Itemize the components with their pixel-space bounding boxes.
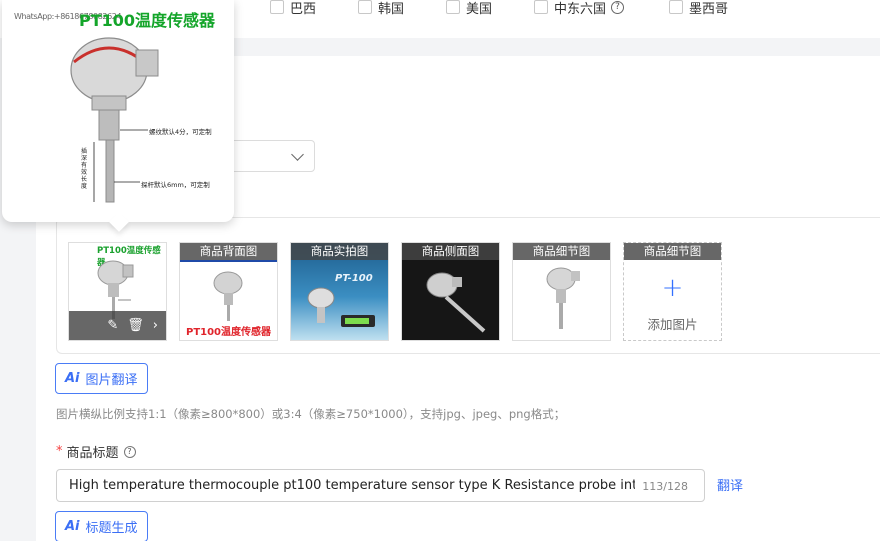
- ai-icon: Ai: [65, 371, 80, 386]
- help-icon[interactable]: ?: [611, 0, 625, 14]
- edit-icon[interactable]: ✎: [107, 318, 118, 333]
- thumb-label: 商品细节图: [624, 243, 721, 260]
- image-thumb-back[interactable]: 商品背面图 PT100温度传感器: [179, 242, 278, 341]
- delete-icon[interactable]: 🗑: [127, 318, 144, 333]
- thumb-label: 商品背面图: [180, 243, 277, 260]
- chevron-right-icon[interactable]: ›: [153, 318, 158, 333]
- image-thumb-detail[interactable]: 商品细节图: [512, 242, 611, 341]
- thumb-label: 商品细节图: [513, 243, 610, 260]
- image-thumb-photo[interactable]: 商品实拍图 PT-100: [290, 242, 389, 341]
- product-title-label: * 商品标题 ?: [56, 442, 136, 461]
- add-image-label: 添加图片: [647, 317, 698, 332]
- plus-icon: +: [661, 273, 684, 303]
- label-text: 商品标题: [66, 446, 119, 461]
- thumb-actions: ✎ 🗑 ›: [69, 311, 166, 340]
- chevron-down-icon: [291, 148, 304, 161]
- thumb-caption: PT100温度传感器: [185, 327, 272, 338]
- rod-annotation: 探杆默认6mm，可定制: [141, 181, 210, 189]
- thumb-label: 商品侧面图: [402, 243, 499, 260]
- button-label: 标题生成: [85, 521, 138, 536]
- country-option-usa[interactable]: 美国: [446, 0, 492, 17]
- main-image-thumb[interactable]: PT100温度传感器 ✎ 🗑 ›: [68, 242, 167, 341]
- ai-title-generate-button[interactable]: Ai 标题生成: [55, 511, 148, 541]
- help-icon[interactable]: ?: [123, 445, 136, 458]
- thread-annotation: 螺纹默认4分，可定制: [149, 128, 212, 136]
- country-option-brazil[interactable]: 巴西: [270, 0, 316, 17]
- required-mark: *: [56, 444, 63, 459]
- ai-icon: Ai: [65, 519, 80, 534]
- image-thumb-side[interactable]: 商品侧面图: [401, 242, 500, 341]
- checkbox[interactable]: [446, 0, 460, 14]
- checkbox[interactable]: [534, 0, 548, 14]
- country-option-middle-east[interactable]: 中东六国?: [534, 0, 625, 17]
- add-image-button[interactable]: 商品细节图 + 添加图片: [623, 242, 722, 341]
- ai-image-translate-button[interactable]: Ai 图片翻译: [55, 363, 148, 394]
- checkbox[interactable]: [270, 0, 284, 14]
- country-option-korea[interactable]: 韩国: [358, 0, 404, 17]
- checkbox[interactable]: [358, 0, 372, 14]
- depth-annotation: 插深有效长度: [81, 148, 88, 190]
- char-count: 113/128: [642, 480, 688, 493]
- button-label: 图片翻译: [85, 373, 138, 388]
- checkbox[interactable]: [669, 0, 683, 14]
- product-title-input[interactable]: High temperature thermocouple pt100 temp…: [56, 469, 705, 502]
- device-text: PT-100: [335, 273, 373, 284]
- input-value: High temperature thermocouple pt100 temp…: [69, 478, 635, 493]
- thumb-label: 商品实拍图: [291, 243, 388, 260]
- country-option-mexico[interactable]: 墨西哥: [669, 0, 728, 17]
- image-format-hint: 图片横纵比例支持1:1（像素≥800*800）或3:4（像素≥750*1000）…: [56, 407, 566, 421]
- translate-link[interactable]: 翻译: [717, 475, 743, 494]
- image-preview-popover: WhatsApp:+8618678082624 PT100温度传感器 螺纹默认4…: [2, 0, 234, 232]
